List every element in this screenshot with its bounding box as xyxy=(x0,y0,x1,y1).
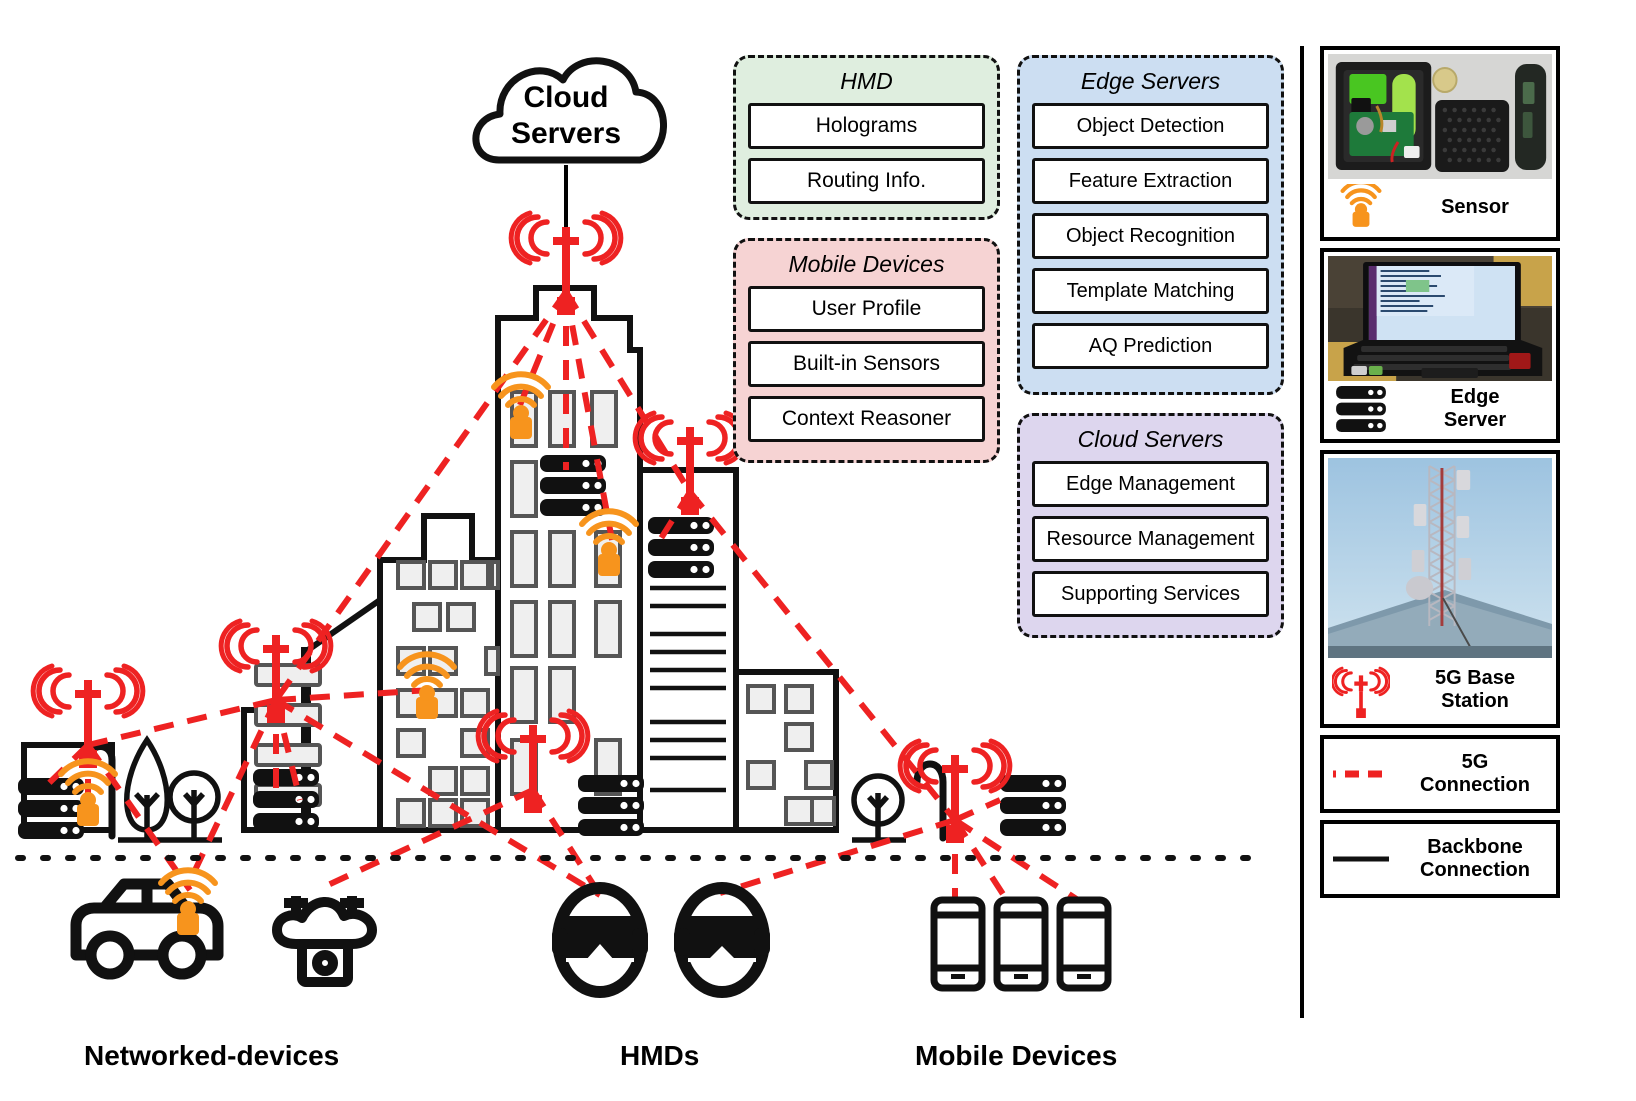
base-station-icon xyxy=(1330,662,1392,718)
city-skyline xyxy=(21,285,839,833)
legend-label-base-station-line1: 5G Base xyxy=(1434,667,1516,689)
legend-divider xyxy=(1300,46,1304,1018)
legend-panel: Sensor Edge Server 5G Base Station 5G Co… xyxy=(1320,46,1560,905)
edge-server-rack-tower-base xyxy=(578,775,644,836)
panel-cloud-servers-title: Cloud Servers xyxy=(1077,426,1224,452)
sensor-icon xyxy=(1330,184,1392,230)
panel-mobile-devices: Mobile Devices User Profile Built-in Sen… xyxy=(733,238,1000,463)
legend-item-backbone-connection: Backbone Connection xyxy=(1320,820,1560,898)
group-label-networked-devices: Networked-devices xyxy=(84,1040,340,1071)
phone-icon-3 xyxy=(1056,896,1112,992)
legend-label-edge-server-line2: Server xyxy=(1443,409,1507,431)
legend-item-base-station: 5G Base Station xyxy=(1320,450,1560,728)
legend-label-backbone-connection-line2: Connection xyxy=(1420,859,1530,881)
phone-icon-2 xyxy=(993,896,1049,992)
legend-label-base-station-line2: Station xyxy=(1441,690,1509,712)
cloud-label-line1: Cloud xyxy=(523,81,609,114)
edge-server-rack-block2 xyxy=(253,769,319,830)
legend-label-backbone-connection: Backbone Connection xyxy=(1400,836,1550,882)
legend-item-edge-server: Edge Server xyxy=(1320,248,1560,443)
phone-icon-1 xyxy=(930,896,986,992)
edge-server-rack-far-right xyxy=(1000,775,1066,836)
air-quality-sensor-photo xyxy=(1328,54,1552,179)
panel-mobile-devices-row-2[interactable]: Context Reasoner xyxy=(748,396,985,442)
panel-cloud-servers-row-1[interactable]: Resource Management xyxy=(1032,516,1269,562)
legend-item-5g-connection: 5G Connection xyxy=(1320,735,1560,813)
diagram-canvas: Cloud Servers HMD Holograms Routing Info… xyxy=(0,0,1636,1101)
legend-label-5g-connection: 5G Connection xyxy=(1400,751,1550,797)
panel-edge-servers-title: Edge Servers xyxy=(1080,68,1221,94)
panel-edge-servers-row-3[interactable]: Template Matching xyxy=(1032,268,1269,314)
legend-item-sensor: Sensor xyxy=(1320,46,1560,241)
panel-cloud-servers-row-0[interactable]: Edge Management xyxy=(1032,461,1269,507)
panel-hmd-row-0[interactable]: Holograms xyxy=(748,103,985,149)
drone-icon xyxy=(272,896,377,987)
base-station-far-right xyxy=(900,741,1010,843)
edge-server-rack-left xyxy=(18,778,84,839)
hmd-icon-1 xyxy=(552,882,648,998)
panel-cloud-servers-row-2[interactable]: Supporting Services xyxy=(1032,571,1269,617)
edge-server-rack-right-mid xyxy=(648,517,714,578)
dashed-red-line-icon xyxy=(1330,768,1392,780)
panel-edge-servers-row-0[interactable]: Object Detection xyxy=(1032,103,1269,149)
legend-label-5g-connection-line1: 5G xyxy=(1461,751,1489,773)
server-rack-icon xyxy=(1330,386,1392,432)
solid-black-line-icon xyxy=(1330,853,1392,865)
group-label-mobile-devices: Mobile Devices xyxy=(915,1040,1118,1071)
panel-edge-servers: Edge Servers Object Detection Feature Ex… xyxy=(1017,55,1284,395)
panel-mobile-devices-row-1[interactable]: Built-in Sensors xyxy=(748,341,985,387)
legend-label-backbone-connection-line1: Backbone xyxy=(1427,836,1523,858)
laptop-edge-server-photo xyxy=(1328,256,1552,381)
panel-hmd-title: HMD xyxy=(840,68,893,94)
panel-edge-servers-row-2[interactable]: Object Recognition xyxy=(1032,213,1269,259)
cloud-servers-label: Cloud Servers xyxy=(466,80,666,152)
legend-label-edge-server-line1: Edge xyxy=(1450,386,1500,408)
panel-hmd: HMD Holograms Routing Info. xyxy=(733,55,1000,220)
panel-mobile-devices-row-0[interactable]: User Profile xyxy=(748,286,985,332)
panel-hmd-row-1[interactable]: Routing Info. xyxy=(748,158,985,204)
legend-label-base-station: 5G Base Station xyxy=(1400,667,1550,713)
group-label-hmds: HMDs xyxy=(620,1040,700,1071)
legend-label-5g-connection-line2: Connection xyxy=(1420,774,1530,796)
panel-edge-servers-row-1[interactable]: Feature Extraction xyxy=(1032,158,1269,204)
5g-tower-photo xyxy=(1328,458,1552,658)
cloud-label-line2: Servers xyxy=(510,117,622,150)
panel-cloud-servers: Cloud Servers Edge Management Resource M… xyxy=(1017,413,1284,638)
legend-label-edge-server: Edge Server xyxy=(1400,386,1550,432)
panel-mobile-devices-title: Mobile Devices xyxy=(788,251,945,277)
base-station-central xyxy=(511,213,621,315)
legend-label-sensor: Sensor xyxy=(1441,195,1509,218)
hmd-icon-2 xyxy=(674,882,770,998)
panel-edge-servers-row-4[interactable]: AQ Prediction xyxy=(1032,323,1269,369)
